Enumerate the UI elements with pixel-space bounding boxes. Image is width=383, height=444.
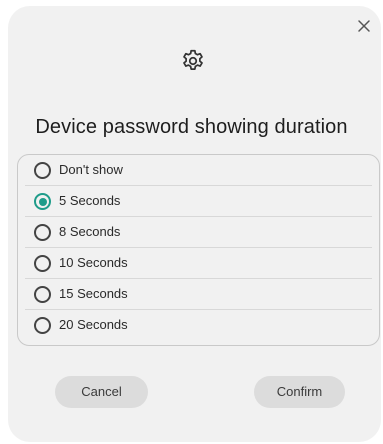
close-icon[interactable] <box>356 18 372 34</box>
option-8-seconds[interactable]: 8 Seconds <box>18 217 379 248</box>
option-20-seconds[interactable]: 20 Seconds <box>18 310 379 341</box>
radio-button-selected[interactable] <box>34 193 51 210</box>
radio-button[interactable] <box>34 286 51 303</box>
option-label: 5 Seconds <box>59 193 121 208</box>
confirm-button[interactable]: Confirm <box>254 376 345 408</box>
radio-button[interactable] <box>34 224 51 241</box>
option-15-seconds[interactable]: 15 Seconds <box>18 279 379 310</box>
option-label: 20 Seconds <box>59 317 128 332</box>
option-label: 15 Seconds <box>59 286 128 301</box>
dialog-title: Device password showing duration <box>35 116 348 138</box>
option-label: 10 Seconds <box>59 255 128 270</box>
radio-button[interactable] <box>34 162 51 179</box>
option-5-seconds[interactable]: 5 Seconds <box>18 186 379 217</box>
option-dont-show[interactable]: Don't show <box>18 155 379 186</box>
option-label: 8 Seconds <box>59 224 121 239</box>
duration-options-list: Don't show 5 Seconds 8 Seconds 10 Second… <box>17 154 380 346</box>
cancel-button[interactable]: Cancel <box>55 376 148 408</box>
gear-icon <box>180 48 206 74</box>
radio-button[interactable] <box>34 317 51 334</box>
option-label: Don't show <box>59 162 123 177</box>
radio-button[interactable] <box>34 255 51 272</box>
option-10-seconds[interactable]: 10 Seconds <box>18 248 379 279</box>
